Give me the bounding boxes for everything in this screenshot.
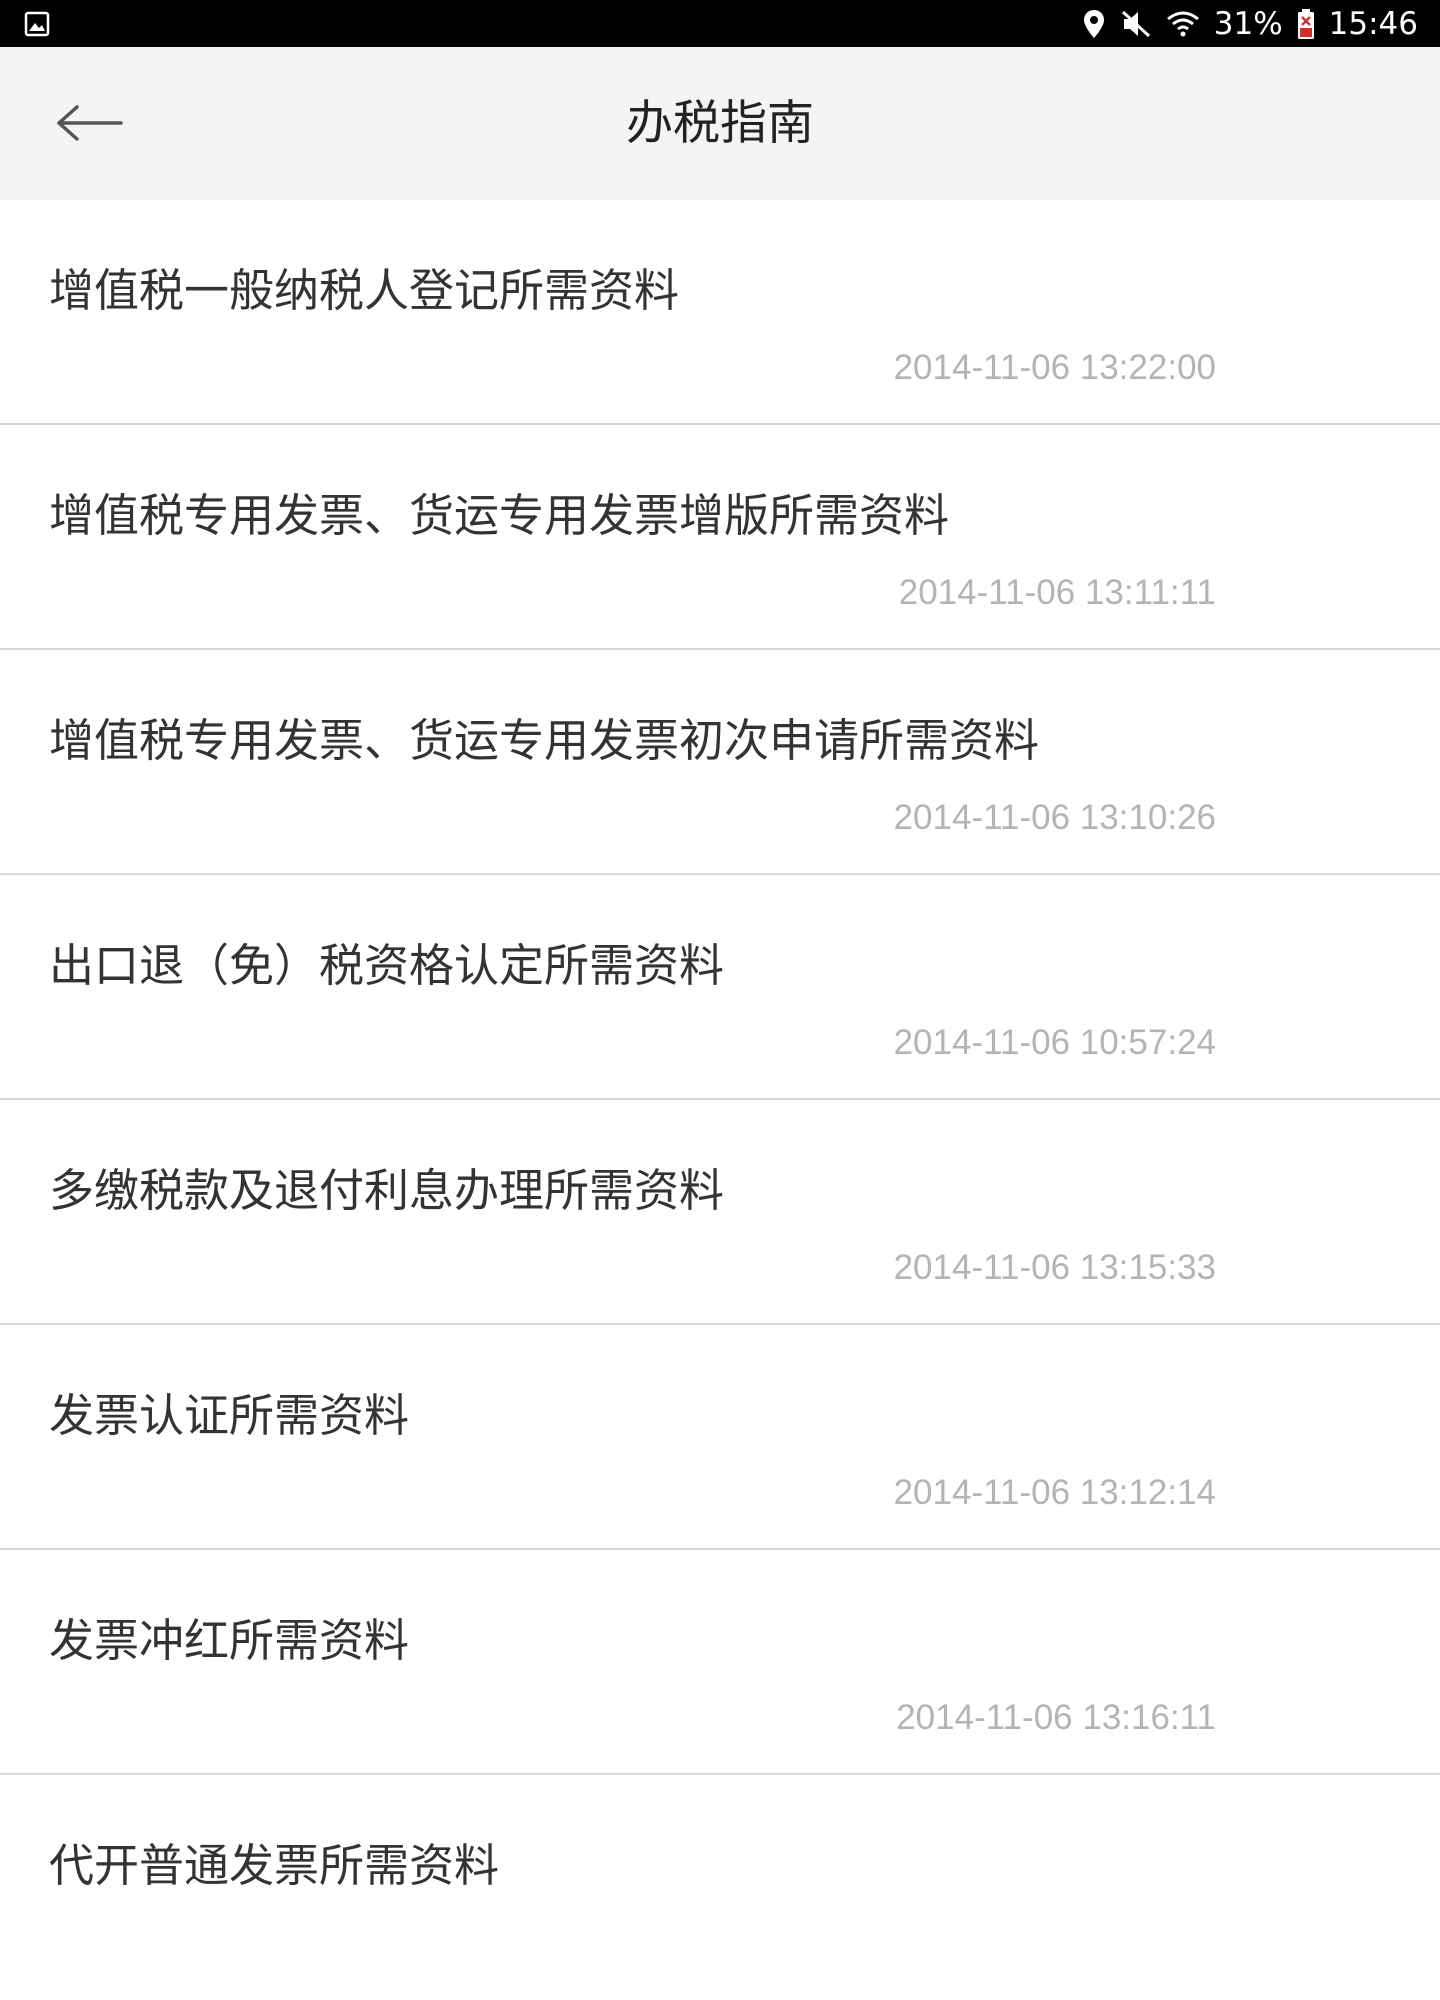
mute-icon	[1121, 10, 1150, 37]
list-item[interactable]: 发票冲红所需资料 2014-11-06 13:16:11	[0, 1550, 1440, 1775]
item-date: 2014-11-06 13:22:00	[893, 348, 1216, 387]
item-title: 增值税专用发票、货运专用发票初次申请所需资料	[49, 714, 1040, 767]
clock: 15:46	[1328, 5, 1418, 42]
item-date: 2014-11-06 13:11:11	[898, 573, 1216, 612]
list-item[interactable]: 多缴税款及退付利息办理所需资料 2014-11-06 13:15:33	[0, 1100, 1440, 1325]
item-title: 多缴税款及退付利息办理所需资料	[49, 1164, 725, 1217]
list-item[interactable]: 代开普通发票所需资料	[0, 1775, 1440, 2000]
item-title: 增值税专用发票、货运专用发票增版所需资料	[49, 489, 950, 542]
location-icon	[1083, 9, 1104, 38]
item-title: 代开普通发票所需资料	[49, 1839, 500, 1892]
list-item[interactable]: 增值税专用发票、货运专用发票增版所需资料 2014-11-06 13:11:11	[0, 425, 1440, 650]
image-notification-icon	[24, 11, 50, 37]
item-date: 2014-11-06 13:12:14	[893, 1473, 1216, 1512]
guide-list: 增值税一般纳税人登记所需资料 2014-11-06 13:22:00 增值税专用…	[0, 200, 1440, 2000]
item-title: 发票认证所需资料	[49, 1389, 410, 1442]
item-date: 2014-11-06 13:10:26	[893, 798, 1216, 837]
page-title: 办税指南	[626, 96, 814, 151]
status-bar: 31% 15:46	[0, 0, 1440, 47]
list-item[interactable]: 发票认证所需资料 2014-11-06 13:12:14	[0, 1325, 1440, 1550]
list-item[interactable]: 出口退（免）税资格认定所需资料 2014-11-06 10:57:24	[0, 875, 1440, 1100]
item-title: 发票冲红所需资料	[49, 1614, 410, 1667]
item-title: 增值税一般纳税人登记所需资料	[49, 264, 680, 317]
item-date: 2014-11-06 13:15:33	[893, 1248, 1216, 1287]
battery-icon	[1297, 8, 1314, 39]
status-icons: 31% 15:46	[1082, 0, 1418, 47]
item-date: 2014-11-06 10:57:24	[893, 1023, 1216, 1062]
battery-percent: 31%	[1213, 5, 1283, 42]
item-date: 2014-11-06 13:16:11	[896, 1698, 1216, 1737]
list-item[interactable]: 增值税专用发票、货运专用发票初次申请所需资料 2014-11-06 13:10:…	[0, 650, 1440, 875]
wifi-icon	[1166, 11, 1199, 36]
app-header: 办税指南	[0, 47, 1440, 200]
item-title: 出口退（免）税资格认定所需资料	[49, 939, 725, 992]
list-item[interactable]: 增值税一般纳税人登记所需资料 2014-11-06 13:22:00	[0, 200, 1440, 425]
